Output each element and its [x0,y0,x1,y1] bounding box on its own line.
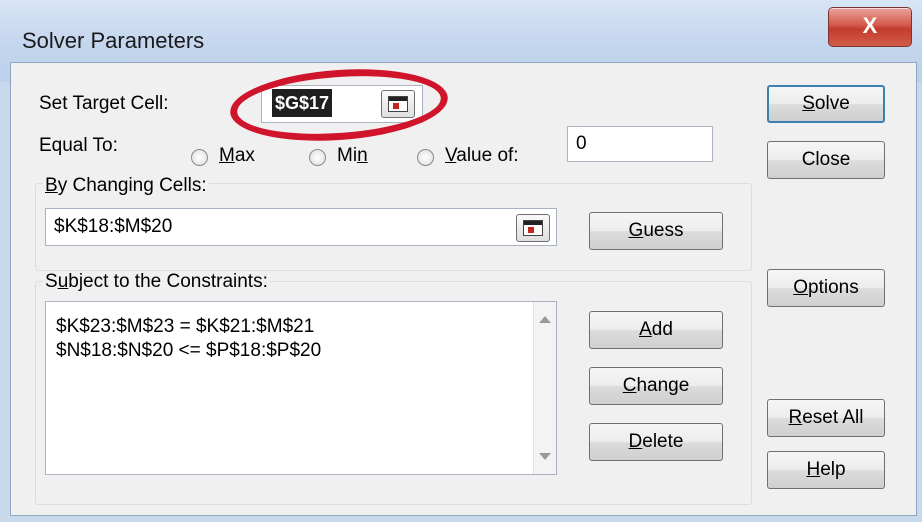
dialog-body: Set Target Cell: $G$17 Equal To: Max Min… [10,62,917,516]
target-cell-label: Set Target Cell: [39,93,169,114]
scroll-up-arrow-icon[interactable] [539,316,551,323]
scroll-down-arrow-icon[interactable] [539,453,551,460]
equal-to-label: Equal To: [39,135,118,156]
constraint-item[interactable]: $K$23:$M$23 = $K$21:$M$21 [56,316,314,338]
value-of-radio[interactable] [417,149,434,166]
range-select-icon [523,220,543,236]
change-constraint-button[interactable]: Change [589,367,723,405]
min-label[interactable]: Min [337,145,368,167]
close-button[interactable]: Close [767,141,885,179]
max-radio[interactable] [191,149,208,166]
close-window-button[interactable]: X [828,7,912,47]
value-of-label[interactable]: Value of: [445,145,519,167]
solve-button[interactable]: Solve [767,85,885,123]
add-constraint-button[interactable]: Add [589,311,723,349]
changing-cells-input[interactable]: $K$18:$M$20 [45,208,557,246]
options-button[interactable]: Options [767,269,885,307]
max-label[interactable]: Max [219,145,255,167]
delete-constraint-button[interactable]: Delete [589,423,723,461]
min-radio[interactable] [309,149,326,166]
changing-cells-picker-button[interactable] [516,214,550,242]
help-button[interactable]: Help [767,451,885,489]
window-title: Solver Parameters [22,28,205,53]
constraint-item[interactable]: $N$18:$N$20 <= $P$18:$P$20 [56,340,321,362]
reset-all-button[interactable]: Reset All [767,399,885,437]
changing-cells-label: By Changing Cells: [43,175,209,197]
guess-button[interactable]: Guess [589,212,723,250]
constraints-list[interactable]: $K$23:$M$23 = $K$21:$M$21 $N$18:$N$20 <=… [45,301,557,475]
value-of-input[interactable]: 0 [567,126,713,162]
constraints-label: Subject to the Constraints: [43,271,270,293]
constraints-scrollbar[interactable] [533,302,556,474]
